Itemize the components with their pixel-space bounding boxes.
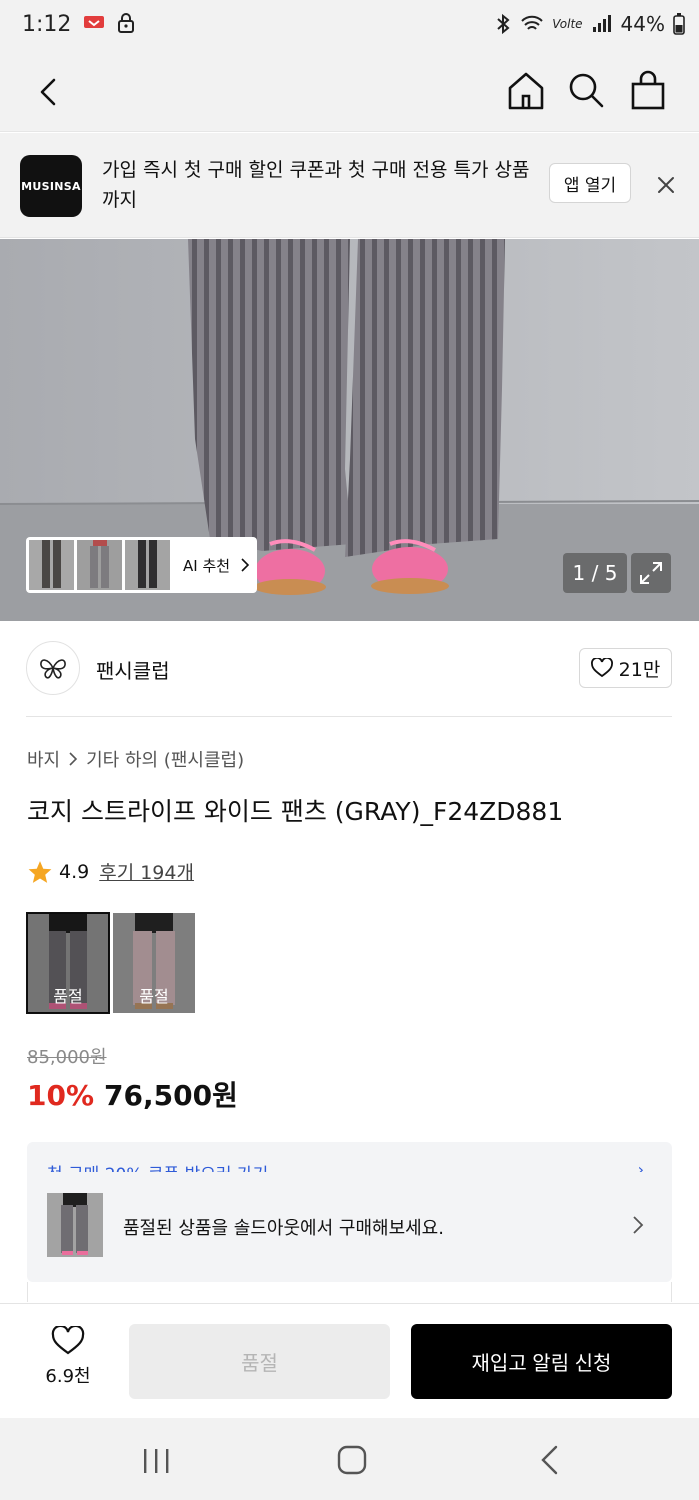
search-icon[interactable]	[566, 68, 606, 112]
brand-name[interactable]: 팬시클럽	[96, 655, 170, 684]
heart-icon	[51, 1324, 85, 1355]
lock-icon	[118, 13, 134, 33]
ai-recommend-link[interactable]: AI 추천	[183, 555, 250, 576]
restock-alert-button[interactable]: 재입고 알림 신청	[411, 1324, 672, 1399]
notification-icon	[84, 16, 104, 28]
recent-apps-icon[interactable]	[140, 1446, 172, 1476]
back-arrow-icon[interactable]	[28, 70, 68, 114]
color-option-pink[interactable]: 품절	[113, 913, 195, 1013]
coupon-link-text[interactable]: 첫 구매 20% 쿠폰 받으러 가기	[47, 1160, 268, 1172]
home-button-icon[interactable]	[336, 1444, 368, 1476]
brand-logo[interactable]	[26, 641, 80, 695]
brand-like-count: 21만	[618, 658, 661, 681]
recommend-thumbnail-2[interactable]	[77, 540, 122, 590]
close-icon[interactable]	[652, 171, 680, 199]
status-left-icons	[82, 12, 136, 34]
chevron-right-icon: ›	[637, 1160, 644, 1172]
option-soldout-label: 품절	[139, 987, 169, 1006]
recommend-thumbnail-1[interactable]	[29, 540, 74, 590]
chevron-right-icon	[633, 1216, 644, 1234]
app-install-banner: MUSINSA 가입 즉시 첫 구매 할인 쿠폰과 첫 구매 전용 특가 상품까…	[0, 133, 699, 238]
product-image-carousel[interactable]: AI 추천 1 / 5	[0, 239, 699, 621]
expand-image-button[interactable]	[631, 553, 671, 593]
shopping-bag-icon[interactable]	[628, 68, 668, 112]
rating-score: 4.9	[59, 860, 90, 883]
expand-icon	[640, 562, 662, 584]
musinsa-logo: MUSINSA	[20, 155, 82, 217]
status-time: 1:12	[22, 12, 72, 37]
discount-rate: 10%	[27, 1079, 95, 1112]
wishlist-button[interactable]: 6.9천	[36, 1324, 100, 1388]
network-label: Volte	[552, 17, 583, 31]
status-right: Volte 44%	[494, 12, 685, 36]
bottom-action-bar: 6.9천 품절 재입고 알림 신청	[0, 1303, 699, 1418]
option-soldout-label: 품절	[53, 987, 83, 1006]
butterfly-logo-icon	[40, 659, 66, 679]
status-bar: 1:12 Volte 44%	[0, 0, 699, 52]
next-section-edge	[27, 1282, 672, 1302]
rating-row: 4.9 후기 194개	[27, 858, 194, 885]
brand-like-button[interactable]: 21만	[579, 648, 672, 688]
chevron-right-icon	[69, 752, 78, 766]
breadcrumb-category[interactable]: 바지	[27, 746, 60, 772]
wifi-icon	[521, 15, 543, 30]
divider	[26, 716, 672, 717]
open-app-button[interactable]: 앱 열기	[549, 163, 631, 203]
chevron-right-icon	[241, 558, 250, 572]
color-option-gray[interactable]: 품절	[26, 912, 110, 1014]
breadcrumb: 바지 기타 하의 (팬시클럽)	[27, 746, 244, 772]
banner-message: 가입 즉시 첫 구매 할인 쿠폰과 첫 구매 전용 특가 상품까지	[102, 159, 530, 211]
recommend-thumbnail-3[interactable]	[125, 540, 170, 590]
product-title: 코지 스트라이프 와이드 팬츠 (GRAY)_F24ZD881	[27, 797, 564, 826]
soldout-button: 품절	[129, 1324, 390, 1399]
image-page-counter: 1 / 5	[563, 553, 627, 593]
brand-row: 팬시클럽 21만	[0, 621, 699, 717]
wishlist-count: 6.9천	[45, 1366, 91, 1387]
promo-product-thumbnail	[47, 1193, 103, 1257]
battery-percent: 44%	[620, 12, 665, 36]
home-icon[interactable]	[506, 68, 546, 112]
ai-recommend-strip[interactable]: AI 추천	[26, 537, 257, 593]
breadcrumb-subcategory[interactable]: 기타 하의 (팬시클럽)	[86, 746, 244, 772]
promo-message: 품절된 상품을 솔드아웃에서 구매해보세요.	[123, 1218, 444, 1239]
bluetooth-icon	[497, 13, 510, 35]
star-icon	[28, 860, 52, 883]
review-count-link[interactable]: 후기 194개	[99, 858, 194, 885]
signal-icon	[592, 15, 611, 32]
heart-icon	[590, 658, 613, 678]
system-navigation-bar	[0, 1418, 699, 1500]
battery-icon	[673, 13, 685, 35]
system-back-icon[interactable]	[536, 1444, 564, 1476]
sale-price: 76,500원	[104, 1079, 238, 1112]
original-price: 85,000원	[27, 1047, 107, 1068]
color-options: 품절 품절	[26, 912, 195, 1014]
soldout-promo-box[interactable]: 첫 구매 20% 쿠폰 받으러 가기 › 품절된 상품을 솔드아웃에서 구매해보…	[27, 1142, 672, 1282]
top-navigation	[0, 52, 699, 132]
price-row: 10% 76,500원	[27, 1074, 238, 1114]
ai-recommend-label: AI 추천	[183, 556, 231, 575]
